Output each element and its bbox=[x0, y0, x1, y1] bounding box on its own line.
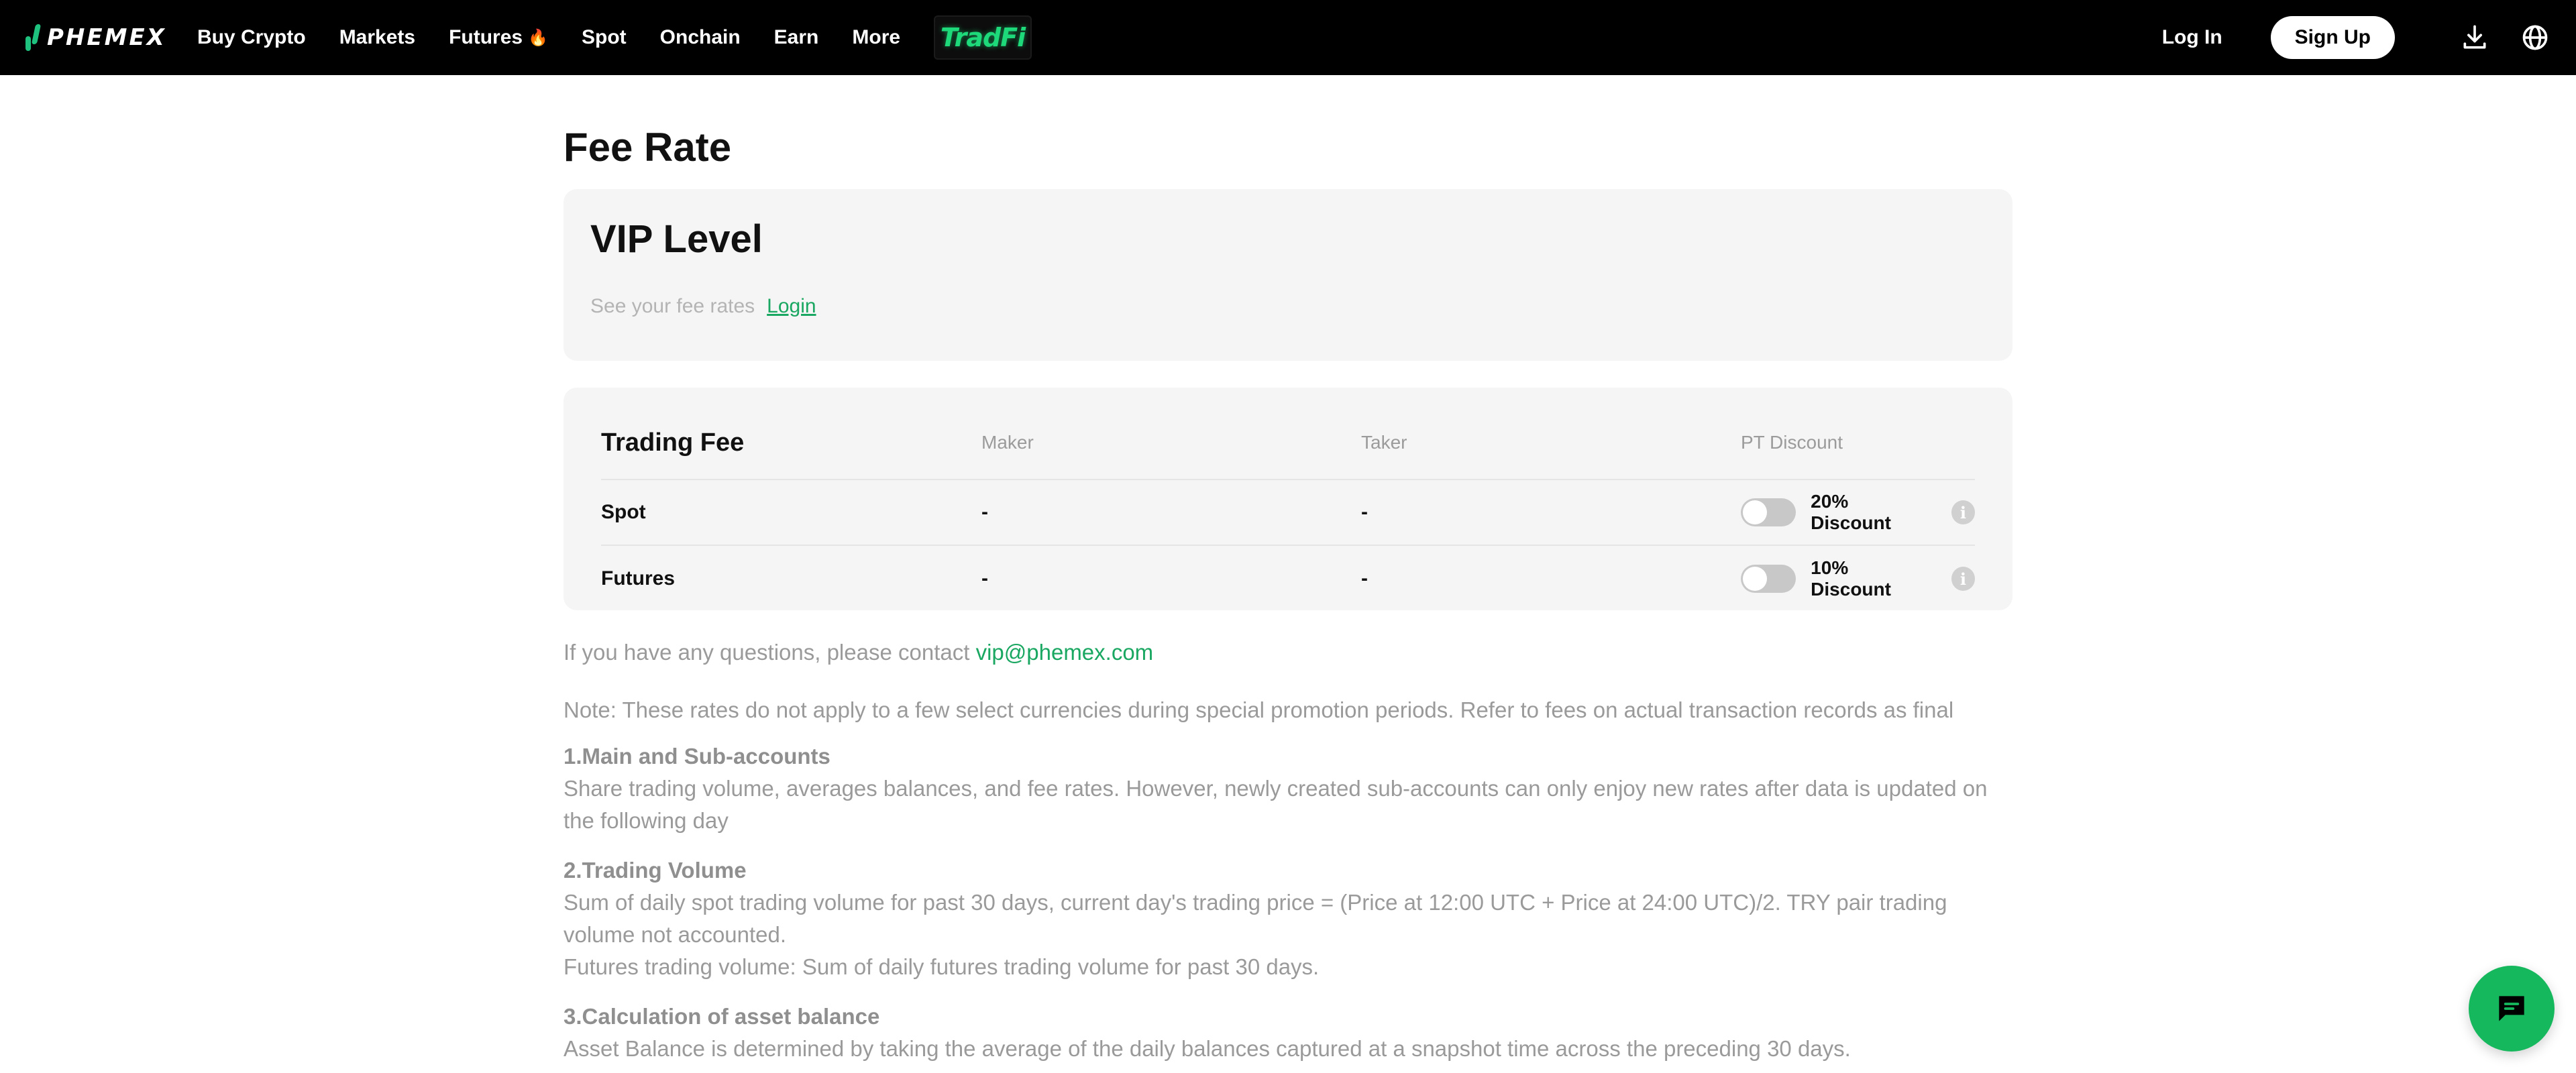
row-taker: - bbox=[1361, 567, 1368, 589]
section-trading-volume: 2.Trading Volume Sum of daily spot tradi… bbox=[564, 854, 2012, 983]
globe-icon[interactable] bbox=[2518, 21, 2552, 54]
table-header: Trading Fee Maker Taker PT Discount bbox=[601, 406, 1975, 480]
contact-line: If you have any questions, please contac… bbox=[564, 640, 2012, 665]
header-maker: Maker bbox=[981, 432, 1034, 453]
vip-title: VIP Level bbox=[590, 217, 763, 261]
section-heading: 3.Calculation of asset balance bbox=[564, 1004, 880, 1029]
section-asset-balance: 3.Calculation of asset balance Asset Bal… bbox=[564, 1001, 2012, 1065]
header-pt-discount: PT Discount bbox=[1741, 432, 1843, 453]
nav-buy-crypto[interactable]: Buy Crypto bbox=[197, 26, 306, 49]
row-name: Futures bbox=[601, 567, 676, 589]
logo-mark-icon bbox=[25, 24, 42, 51]
discount-label: 20% Discount bbox=[1811, 491, 1891, 533]
vip-login-link[interactable]: Login bbox=[767, 295, 816, 318]
contact-email-link[interactable]: vip@phemex.com bbox=[976, 640, 1154, 665]
nav-spot[interactable]: Spot bbox=[582, 26, 627, 49]
nav-label: Onchain bbox=[659, 26, 741, 48]
row-maker: - bbox=[981, 567, 988, 589]
download-icon[interactable] bbox=[2458, 21, 2491, 54]
top-navbar: PHEMEX Buy Crypto Markets Futures 🔥 Spot… bbox=[0, 0, 2576, 75]
row-name: Spot bbox=[601, 501, 646, 523]
login-link[interactable]: Log In bbox=[2162, 26, 2222, 49]
futures-discount-toggle[interactable] bbox=[1741, 565, 1796, 593]
nav-more[interactable]: More bbox=[852, 26, 900, 49]
phemex-logo[interactable]: PHEMEX bbox=[25, 24, 166, 51]
section-heading: 2.Trading Volume bbox=[564, 858, 747, 883]
tradfi-badge[interactable]: TradFi bbox=[934, 15, 1032, 60]
row-maker: - bbox=[981, 501, 988, 523]
nav-futures[interactable]: Futures 🔥 bbox=[449, 26, 548, 49]
nav-label: Futures bbox=[449, 26, 523, 48]
chat-support-button[interactable] bbox=[2469, 966, 2555, 1052]
fire-icon: 🔥 bbox=[528, 28, 548, 47]
section-text: Share trading volume, averages balances,… bbox=[564, 776, 1988, 833]
table-row: Spot - - 20% Discount i bbox=[601, 480, 1975, 546]
vip-subtitle: See your fee rates bbox=[590, 295, 755, 317]
nav-label: Spot bbox=[582, 26, 627, 48]
chat-icon bbox=[2499, 996, 2524, 1021]
fee-note: Note: These rates do not apply to a few … bbox=[564, 697, 1954, 722]
vip-subtitle-row: See your fee rates Login bbox=[590, 295, 1986, 318]
main-nav: Buy Crypto Markets Futures 🔥 Spot Onchai… bbox=[197, 0, 1032, 75]
table-title: Trading Fee bbox=[601, 428, 745, 457]
nav-label: Markets bbox=[339, 26, 416, 48]
discount-label: 10% Discount bbox=[1811, 557, 1891, 600]
nav-label: Earn bbox=[773, 26, 819, 48]
nav-onchain[interactable]: Onchain bbox=[660, 26, 741, 49]
spot-discount-toggle[interactable] bbox=[1741, 498, 1796, 526]
nav-label: Buy Crypto bbox=[197, 26, 306, 48]
info-icon[interactable]: i bbox=[1951, 500, 1975, 524]
section-text: Asset Balance is determined by taking th… bbox=[564, 1036, 1851, 1061]
row-discount: 10% Discount i bbox=[1741, 557, 1975, 600]
row-discount: 20% Discount i bbox=[1741, 491, 1975, 534]
page-title: Fee Rate bbox=[564, 125, 732, 170]
row-taker: - bbox=[1361, 501, 1368, 523]
contact-text: If you have any questions, please contac… bbox=[564, 640, 970, 665]
table-row: Futures - - 10% Discount i bbox=[601, 546, 1975, 612]
section-text: Futures trading volume: Sum of daily fut… bbox=[564, 954, 1320, 979]
logo-wordmark: PHEMEX bbox=[47, 24, 166, 51]
vip-level-card: VIP Level See your fee rates Login bbox=[564, 189, 2012, 361]
trading-fee-table: Trading Fee Maker Taker PT Discount Spot… bbox=[564, 388, 2012, 610]
section-sub-accounts: 1.Main and Sub-accounts Share trading vo… bbox=[564, 740, 2012, 837]
header-taker: Taker bbox=[1361, 432, 1407, 453]
nav-label: More bbox=[852, 26, 901, 48]
section-heading: 1.Main and Sub-accounts bbox=[564, 744, 830, 769]
nav-markets[interactable]: Markets bbox=[339, 26, 415, 49]
main-content: Fee Rate VIP Level See your fee rates Lo… bbox=[564, 75, 2012, 1065]
signup-button[interactable]: Sign Up bbox=[2270, 16, 2395, 59]
section-text: Sum of daily spot trading volume for pas… bbox=[564, 890, 1947, 947]
info-icon[interactable]: i bbox=[1951, 567, 1975, 591]
nav-earn[interactable]: Earn bbox=[774, 26, 819, 49]
account-actions: Log In Sign Up bbox=[2162, 0, 2552, 75]
